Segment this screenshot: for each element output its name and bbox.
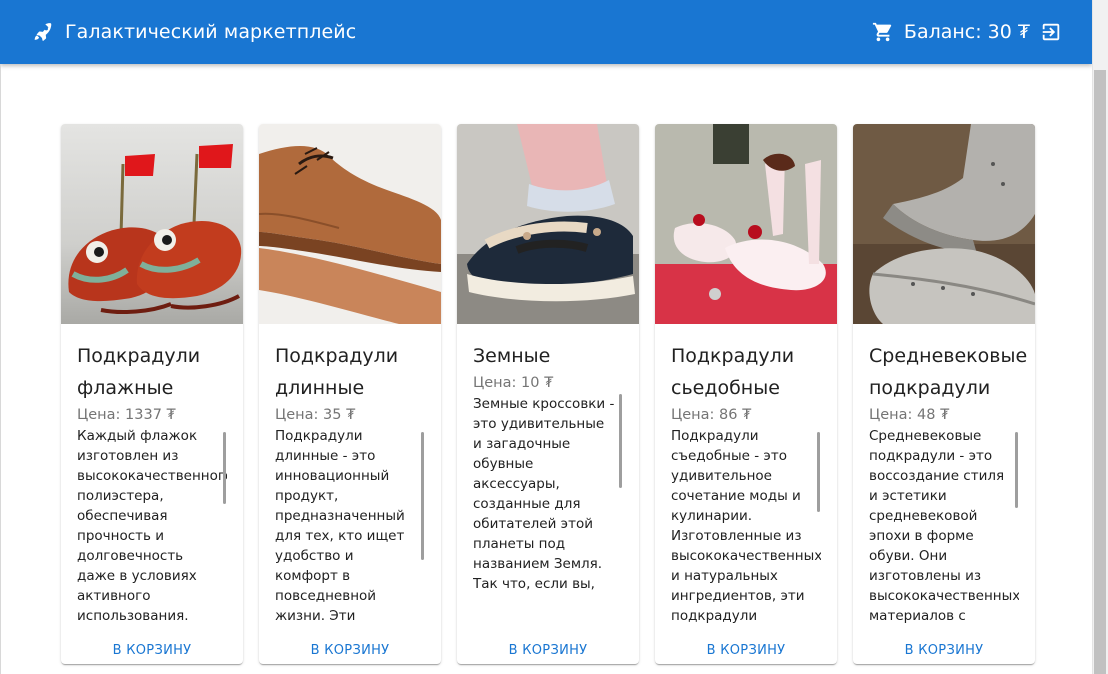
product-price: Цена: 48 ₮ [869, 407, 950, 423]
add-to-cart-button[interactable]: В КОРЗИНУ [113, 643, 192, 658]
product-name: Подкрадули сьедобные [671, 345, 795, 399]
card-actions: В КОРЗИНУ [853, 636, 1035, 664]
product-card: Подкрадули длинные Цена: 35 ₮ Подкрадули… [259, 124, 441, 664]
product-image [259, 124, 441, 324]
page-scrollbar[interactable] [1092, 0, 1108, 674]
page-border [0, 64, 1, 674]
description-scrollbar[interactable] [817, 432, 820, 512]
description-box[interactable]: Каждый флажок изготовлен из высококачест… [77, 426, 227, 626]
app-bar: Галактический маркетплейс Баланс: 30 ₮ [0, 0, 1092, 64]
product-image [457, 124, 639, 324]
product-name: Земные [473, 345, 551, 367]
add-to-cart-button[interactable]: В КОРЗИНУ [707, 643, 786, 658]
product-price: Цена: 35 ₮ [275, 407, 356, 423]
description-box[interactable]: Подкрадули съедобные - это удивительное … [671, 426, 821, 626]
product-name: Подкрадули длинные [275, 345, 399, 399]
brand-link[interactable]: Галактический маркетплейс [32, 21, 356, 43]
product-name: Подкрадули флажные [77, 345, 201, 399]
description-scrollbar[interactable] [421, 432, 424, 560]
product-price: Цена: 1337 ₮ [77, 407, 176, 423]
add-to-cart-button[interactable]: В КОРЗИНУ [509, 643, 588, 658]
product-grid: Подкрадули флажные Цена: 1337 ₮ Каждый ф… [61, 124, 1035, 664]
product-price: Цена: 86 ₮ [671, 407, 752, 423]
product-card: Подкрадули сьедобные Цена: 86 ₮ Подкраду… [655, 124, 837, 664]
product-description: Подкрадули съедобные - это удивительное … [671, 428, 821, 624]
product-image [61, 124, 243, 324]
page-scrollbar-thumb[interactable] [1094, 70, 1106, 674]
header-actions: Баланс: 30 ₮ [872, 21, 1062, 43]
add-to-cart-button[interactable]: В КОРЗИНУ [905, 643, 984, 658]
description-scrollbar[interactable] [223, 432, 226, 504]
add-to-cart-button[interactable]: В КОРЗИНУ [311, 643, 390, 658]
product-card: Подкрадули флажные Цена: 1337 ₮ Каждый ф… [61, 124, 243, 664]
product-card: Земные Цена: 10 ₮ Земные кроссовки - это… [457, 124, 639, 664]
product-description: Подкрадули длинные - это инновационный п… [275, 428, 405, 624]
card-actions: В КОРЗИНУ [259, 636, 441, 664]
logout-icon[interactable] [1040, 21, 1062, 43]
description-box[interactable]: Земные кроссовки - это удивительные и за… [473, 394, 623, 594]
product-name: Средневековые подкрадули [869, 345, 1028, 399]
description-scrollbar[interactable] [619, 394, 622, 488]
product-card: Средневековые подкрадули Цена: 48 ₮ Сред… [853, 124, 1035, 664]
product-price: Цена: 10 ₮ [473, 375, 554, 391]
description-box[interactable]: Подкрадули длинные - это инновационный п… [275, 426, 425, 626]
product-image [655, 124, 837, 324]
product-description: Земные кроссовки - это удивительные и за… [473, 396, 615, 592]
product-description: Средневековые подкрадули - это воссоздан… [869, 428, 1019, 624]
description-scrollbar[interactable] [1015, 432, 1018, 508]
description-box[interactable]: Средневековые подкрадули - это воссоздан… [869, 426, 1019, 626]
balance-label: Баланс: 30 ₮ [903, 21, 1030, 43]
app-title: Галактический маркетплейс [65, 21, 357, 43]
card-actions: В КОРЗИНУ [457, 636, 639, 664]
rocket-icon [34, 23, 52, 41]
product-image [853, 124, 1035, 324]
card-actions: В КОРЗИНУ [61, 636, 243, 664]
card-actions: В КОРЗИНУ [655, 636, 837, 664]
shopping-cart-icon[interactable] [872, 21, 894, 43]
product-description: Каждый флажок изготовлен из высококачест… [77, 428, 227, 624]
